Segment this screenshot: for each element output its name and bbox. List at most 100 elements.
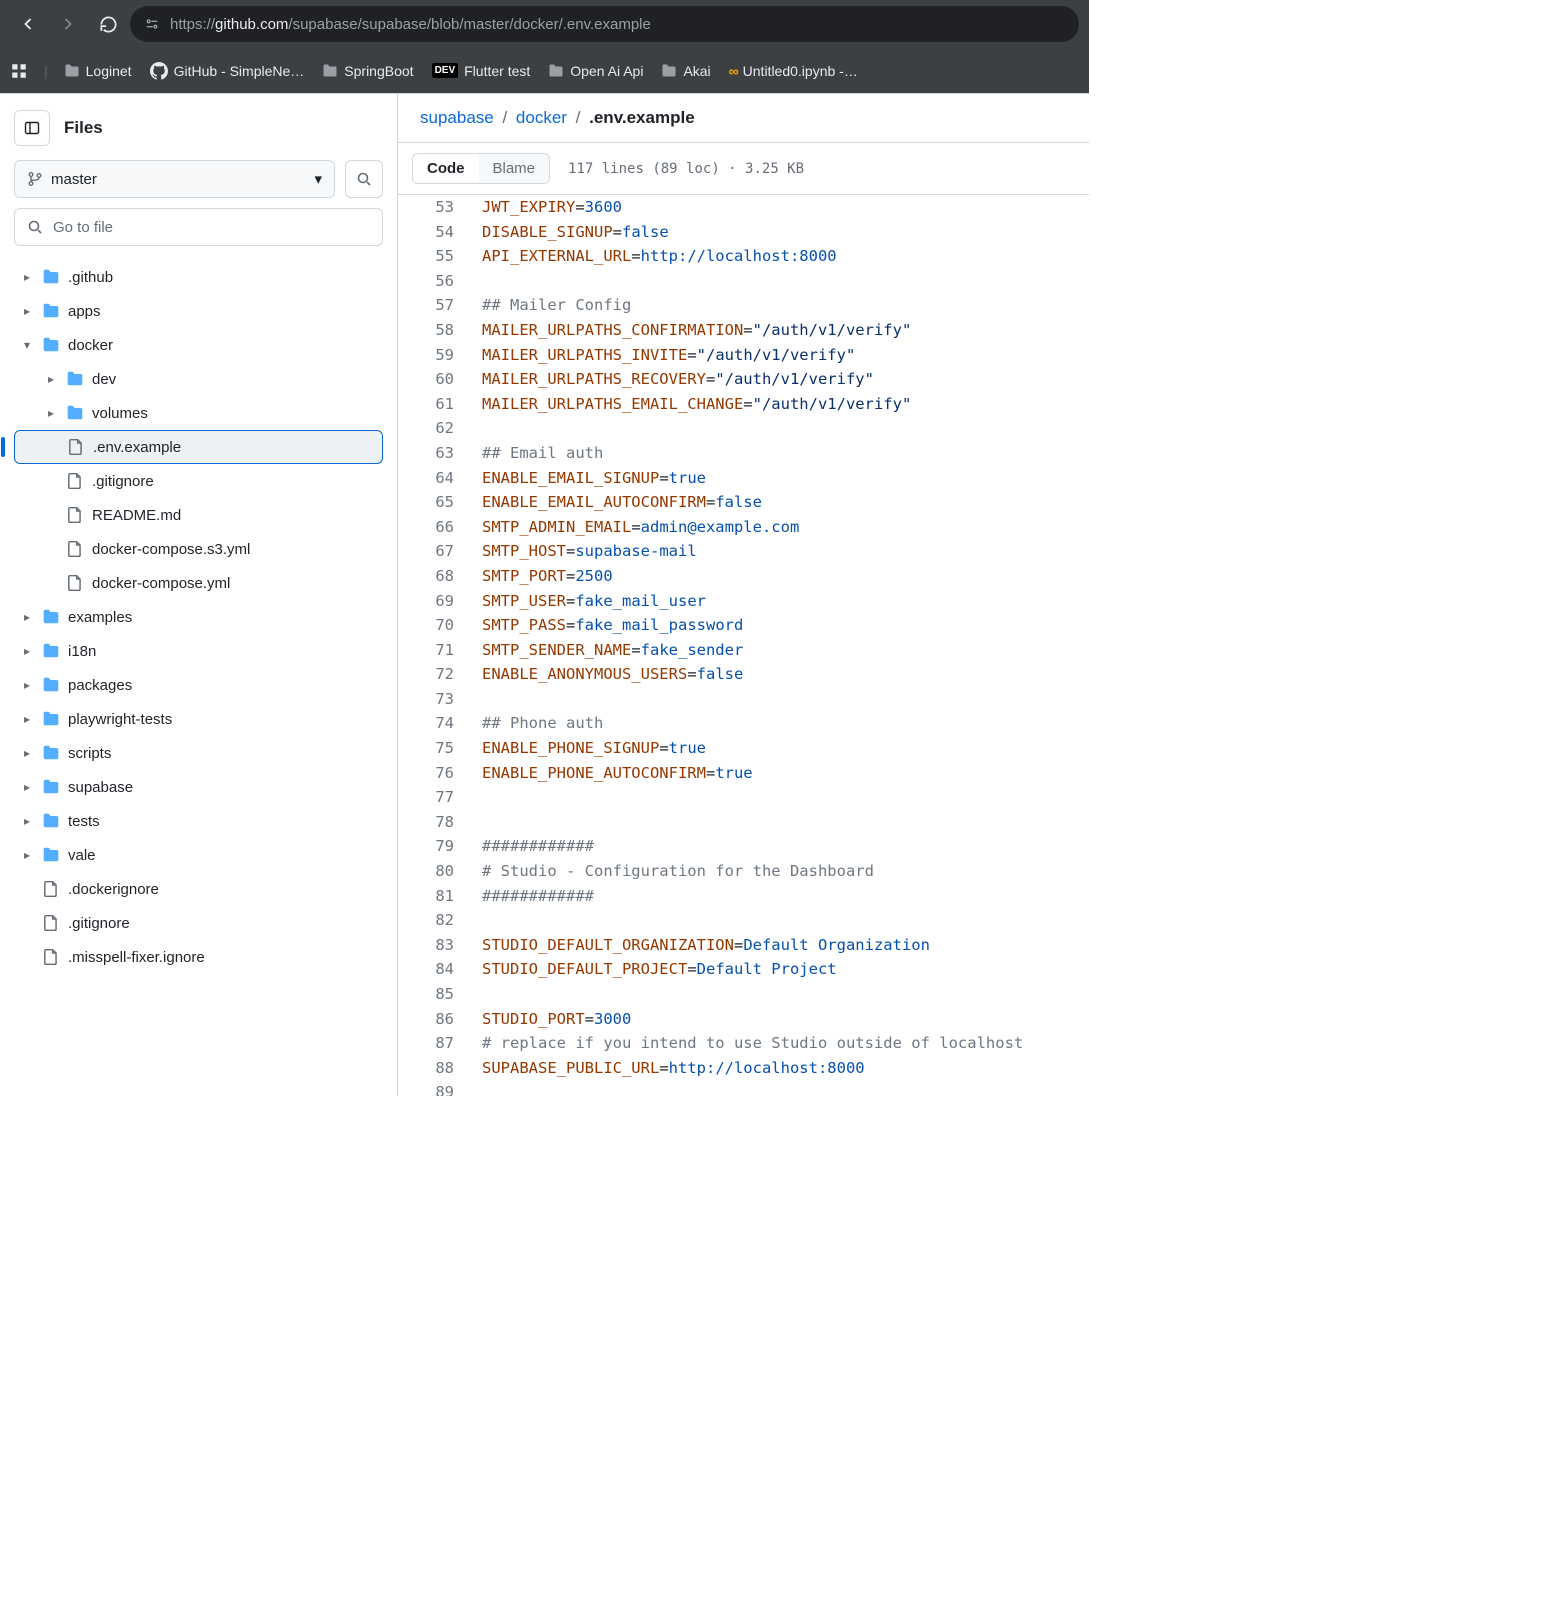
tree-folder[interactable]: ▸i18n bbox=[14, 634, 383, 668]
tree-item-label: .misspell-fixer.ignore bbox=[68, 949, 205, 966]
line-number[interactable]: 84 bbox=[398, 957, 472, 982]
back-button[interactable] bbox=[10, 6, 46, 42]
line-number[interactable]: 74 bbox=[398, 711, 472, 736]
bookmark-item[interactable]: DEVFlutter test bbox=[432, 62, 531, 80]
line-number[interactable]: 61 bbox=[398, 392, 472, 417]
code-line: 73 bbox=[398, 687, 1089, 712]
breadcrumb-part[interactable]: supabase bbox=[420, 108, 498, 127]
search-button[interactable] bbox=[345, 160, 383, 198]
bookmark-item[interactable]: GitHub - SimpleNe… bbox=[150, 62, 305, 80]
code-line: 68SMTP_PORT=2500 bbox=[398, 564, 1089, 589]
tree-folder[interactable]: ▸dev bbox=[14, 362, 383, 396]
tree-folder[interactable]: ▸volumes bbox=[14, 396, 383, 430]
line-number[interactable]: 85 bbox=[398, 982, 472, 1007]
folder-icon bbox=[42, 268, 60, 286]
code-view[interactable]: 53JWT_EXPIRY=360054DISABLE_SIGNUP=false5… bbox=[398, 195, 1089, 1096]
go-to-file-input[interactable]: Go to file bbox=[14, 208, 383, 246]
line-number[interactable]: 73 bbox=[398, 687, 472, 712]
line-number[interactable]: 69 bbox=[398, 589, 472, 614]
code-line: 61MAILER_URLPATHS_EMAIL_CHANGE="/auth/v1… bbox=[398, 392, 1089, 417]
line-content: ## Email auth bbox=[472, 441, 603, 466]
tree-file[interactable]: .gitignore bbox=[14, 906, 383, 940]
tree-folder[interactable]: ▸playwright-tests bbox=[14, 702, 383, 736]
line-number[interactable]: 75 bbox=[398, 736, 472, 761]
folder-icon bbox=[66, 370, 84, 388]
line-number[interactable]: 83 bbox=[398, 933, 472, 958]
tree-file[interactable]: .env.example bbox=[14, 430, 383, 464]
line-number[interactable]: 58 bbox=[398, 318, 472, 343]
tree-folder[interactable]: ▸supabase bbox=[14, 770, 383, 804]
tree-file[interactable]: .misspell-fixer.ignore bbox=[14, 940, 383, 974]
line-number[interactable]: 71 bbox=[398, 638, 472, 663]
tree-item-label: i18n bbox=[68, 643, 96, 660]
tree-folder[interactable]: ▸.github bbox=[14, 260, 383, 294]
chevron-down-icon: ▾ bbox=[314, 170, 322, 188]
tree-item-label: .gitignore bbox=[92, 473, 154, 490]
tree-folder[interactable]: ▸packages bbox=[14, 668, 383, 702]
folder-icon bbox=[661, 63, 677, 79]
file-toolbar: Code Blame 117 lines (89 loc) · 3.25 KB bbox=[398, 143, 1089, 195]
tree-folder[interactable]: ▸apps bbox=[14, 294, 383, 328]
code-line: 59MAILER_URLPATHS_INVITE="/auth/v1/verif… bbox=[398, 343, 1089, 368]
line-number[interactable]: 80 bbox=[398, 859, 472, 884]
tree-folder[interactable]: ▸tests bbox=[14, 804, 383, 838]
forward-button[interactable] bbox=[50, 6, 86, 42]
tree-folder[interactable]: ▸scripts bbox=[14, 736, 383, 770]
sidebar-toggle-button[interactable] bbox=[14, 110, 50, 146]
line-number[interactable]: 57 bbox=[398, 293, 472, 318]
tab-code[interactable]: Code bbox=[413, 154, 479, 183]
github-icon bbox=[150, 62, 168, 80]
line-number[interactable]: 77 bbox=[398, 785, 472, 810]
line-number[interactable]: 55 bbox=[398, 244, 472, 269]
tree-file[interactable]: .gitignore bbox=[14, 464, 383, 498]
bookmark-item[interactable]: Loginet bbox=[64, 62, 132, 80]
line-number[interactable]: 65 bbox=[398, 490, 472, 515]
tab-blame[interactable]: Blame bbox=[479, 154, 550, 183]
line-number[interactable]: 63 bbox=[398, 441, 472, 466]
tree-file[interactable]: docker-compose.s3.yml bbox=[14, 532, 383, 566]
line-content bbox=[472, 269, 491, 294]
line-number[interactable]: 67 bbox=[398, 539, 472, 564]
line-number[interactable]: 79 bbox=[398, 834, 472, 859]
line-number[interactable]: 82 bbox=[398, 908, 472, 933]
line-number[interactable]: 76 bbox=[398, 761, 472, 786]
line-number[interactable]: 53 bbox=[398, 195, 472, 220]
line-number[interactable]: 68 bbox=[398, 564, 472, 589]
line-number[interactable]: 72 bbox=[398, 662, 472, 687]
tree-file[interactable]: docker-compose.yml bbox=[14, 566, 383, 600]
tree-folder[interactable]: ▸examples bbox=[14, 600, 383, 634]
tree-file[interactable]: .dockerignore bbox=[14, 872, 383, 906]
line-number[interactable]: 62 bbox=[398, 416, 472, 441]
line-number[interactable]: 86 bbox=[398, 1007, 472, 1032]
line-number[interactable]: 54 bbox=[398, 220, 472, 245]
tree-folder[interactable]: ▸vale bbox=[14, 838, 383, 872]
line-number[interactable]: 70 bbox=[398, 613, 472, 638]
folder-icon bbox=[42, 302, 60, 320]
line-number[interactable]: 64 bbox=[398, 466, 472, 491]
bookmark-item[interactable]: Akai bbox=[661, 62, 710, 80]
bookmark-item[interactable]: SpringBoot bbox=[322, 62, 413, 80]
breadcrumb-part[interactable]: docker bbox=[511, 108, 571, 127]
line-number[interactable]: 87 bbox=[398, 1031, 472, 1056]
line-number[interactable]: 56 bbox=[398, 269, 472, 294]
reload-button[interactable] bbox=[90, 6, 126, 42]
file-sidebar: Files master ▾ Go to file ▸.github bbox=[0, 94, 398, 1096]
line-number[interactable]: 60 bbox=[398, 367, 472, 392]
line-number[interactable]: 81 bbox=[398, 884, 472, 909]
branch-selector[interactable]: master ▾ bbox=[14, 160, 335, 198]
line-content: SMTP_PASS=fake_mail_password bbox=[472, 613, 743, 638]
line-number[interactable]: 78 bbox=[398, 810, 472, 835]
line-content: SUPABASE_PUBLIC_URL=http://localhost:800… bbox=[472, 1056, 865, 1081]
tree-folder[interactable]: ▾docker bbox=[14, 328, 383, 362]
sidebar-title: Files bbox=[64, 118, 103, 138]
line-number[interactable]: 66 bbox=[398, 515, 472, 540]
apps-icon[interactable] bbox=[10, 62, 28, 80]
line-content: ## Mailer Config bbox=[472, 293, 631, 318]
line-number[interactable]: 88 bbox=[398, 1056, 472, 1081]
tree-file[interactable]: README.md bbox=[14, 498, 383, 532]
bookmark-item[interactable]: ∞Untitled0.ipynb -… bbox=[729, 62, 858, 80]
url-bar[interactable]: https://github.com/supabase/supabase/blo… bbox=[130, 6, 1079, 42]
line-number[interactable]: 59 bbox=[398, 343, 472, 368]
bookmark-item[interactable]: Open Ai Api bbox=[548, 62, 643, 80]
line-number[interactable]: 89 bbox=[398, 1080, 472, 1096]
